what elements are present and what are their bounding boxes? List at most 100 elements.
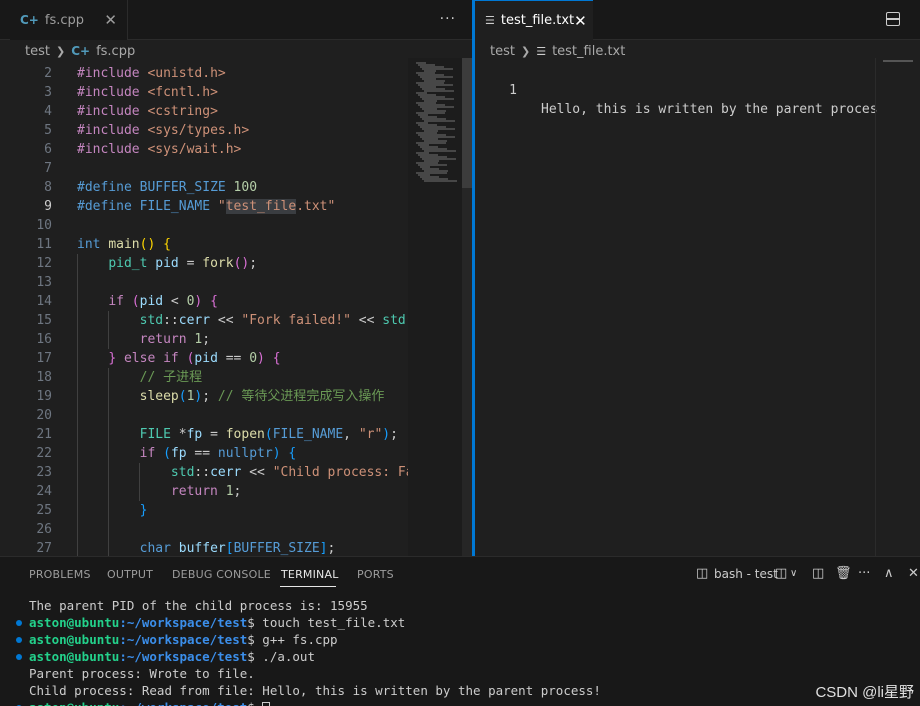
line-text: sleep(1); // 等待父进程完成写入操作: [139, 389, 385, 404]
trash-icon[interactable]: 🗑: [835, 566, 852, 581]
chevron-down-icon[interactable]: ∨: [790, 568, 797, 579]
command-decoration-icon[interactable]: [16, 654, 22, 660]
line-text: char buffer[BUFFER_SIZE];: [139, 541, 336, 556]
tab-output[interactable]: OUTPUT: [107, 568, 153, 581]
line-text: FILE *fp = fopen(FILE_NAME, "r");: [139, 427, 398, 442]
split-terminal-icon[interactable]: ◫: [775, 566, 787, 581]
prompt-path: :~/workspace/test: [119, 700, 247, 706]
terminal-line: aston@ubuntu:~/workspace/test$ ./a.out: [0, 648, 920, 665]
maximize-panel-icon[interactable]: ∧: [884, 566, 894, 581]
code-line: 8 #define BUFFER_SIZE 100: [10, 178, 408, 197]
terminal-name[interactable]: bash - test: [714, 567, 778, 581]
line-number: 15: [36, 313, 52, 328]
tab-debug-console[interactable]: DEBUG CONSOLE: [172, 568, 271, 581]
code-line: 20: [10, 406, 408, 425]
code-line: 6 #include <sys/wait.h>: [10, 140, 408, 159]
tab-label: test_file.txt: [500, 13, 575, 28]
terminal-output[interactable]: The parent PID of the child process is: …: [0, 597, 920, 706]
chevron-right-icon: ❯: [55, 44, 66, 58]
code-line: 25 }: [10, 501, 408, 520]
code-line: 15 std::cerr << "Fork failed!" << std:: [10, 311, 408, 330]
terminal-text: aston@ubuntu:~/workspace/test$ ./a.out: [29, 648, 315, 665]
line-text: if (pid < 0) {: [108, 294, 218, 309]
prompt-path: :~/workspace/test: [119, 649, 248, 664]
breadcrumb-folder[interactable]: test: [490, 44, 515, 59]
line-text: return 1;: [170, 484, 242, 499]
tab-label: fs.cpp: [44, 12, 85, 28]
command-decoration-icon[interactable]: [16, 620, 22, 626]
line-number: 7: [44, 161, 52, 176]
split-editor-icon[interactable]: [886, 12, 900, 26]
line-number: 24: [36, 484, 52, 499]
code-line: 23 std::cerr << "Child process: Fa: [10, 463, 408, 482]
split-panel-icon[interactable]: ◫: [812, 566, 824, 581]
command-decoration-icon[interactable]: [16, 637, 22, 643]
active-tab-indicator: [280, 586, 336, 587]
tab-fs-cpp[interactable]: C+ fs.cpp ✕: [10, 0, 128, 40]
line-number: 26: [36, 522, 52, 537]
prompt-command: $ g++ fs.cpp: [247, 632, 338, 647]
line-number: 27: [36, 541, 52, 556]
code-line: 14 if (pid < 0) {: [10, 292, 408, 311]
text-file-icon: ☰: [536, 44, 547, 58]
left-tab-bar: C+ fs.cpp ✕ ···: [0, 0, 472, 40]
breadcrumb-file[interactable]: fs.cpp: [96, 44, 135, 59]
more-actions-icon[interactable]: ···: [440, 11, 456, 27]
line-text: }: [139, 503, 148, 518]
line-number: 13: [36, 275, 52, 290]
text-file-icon: ☰: [485, 14, 495, 27]
left-editor-group: C+ fs.cpp ✕ ··· test ❯ C+ fs.cpp 2 #inclu…: [0, 0, 472, 556]
indent-guide: [77, 520, 78, 539]
line-text: std::cerr << "Child process: Fa: [170, 465, 408, 480]
line-text: return 1;: [139, 332, 211, 347]
line-number: 16: [36, 332, 52, 347]
line-text: if (fp == nullptr) {: [139, 446, 297, 461]
breadcrumb-file[interactable]: test_file.txt: [552, 44, 625, 59]
tab-terminal[interactable]: TERMINAL: [281, 568, 339, 581]
minimap-line: [424, 90, 454, 92]
line-number: 21: [36, 427, 52, 442]
close-icon[interactable]: ✕: [104, 11, 117, 29]
close-panel-icon[interactable]: ✕: [908, 566, 919, 581]
line-text: #define BUFFER_SIZE 100: [77, 180, 258, 195]
line-number: 4: [44, 104, 52, 119]
code-line: 22 if (fp == nullptr) {: [10, 444, 408, 463]
code-line: 10: [10, 216, 408, 235]
vertical-scrollbar[interactable]: [462, 58, 472, 556]
terminal-line: aston@ubuntu:~/workspace/test$ g++ fs.cp…: [0, 631, 920, 648]
line-number: 5: [44, 123, 52, 138]
line-text: } else if (pid == 0) {: [108, 351, 281, 366]
tab-test-file-txt[interactable]: ☰ test_file.txt ✕: [475, 0, 593, 41]
minimap[interactable]: [408, 58, 462, 556]
scrollbar-thumb[interactable]: [462, 58, 472, 188]
close-icon[interactable]: ✕: [574, 12, 587, 30]
minimap[interactable]: [883, 60, 913, 62]
line-number: 2: [44, 66, 52, 81]
tab-problems[interactable]: PROBLEMS: [29, 568, 91, 581]
code-line: 4 #include <cstring>: [10, 102, 408, 121]
code-line: 5 #include <sys/types.h>: [10, 121, 408, 140]
code-line: 13: [10, 273, 408, 292]
line-text: std::cerr << "Fork failed!" << std:: [139, 313, 408, 328]
code-line: 11 int main() {: [10, 235, 408, 254]
code-editor[interactable]: 2 #include <unistd.h> 3 #include <fcntl.h> 4…: [10, 64, 408, 556]
breadcrumb: test ❯ C+ fs.cpp: [25, 40, 135, 62]
text-editor[interactable]: 1 Hello, this is written by the parent p…: [475, 62, 877, 117]
prompt-path: :~/workspace/test: [119, 615, 248, 630]
minimap-line: [424, 120, 455, 122]
code-line: 9 #define FILE_NAME "test_file.txt": [10, 197, 408, 216]
prompt-user: aston@ubuntu: [29, 632, 120, 647]
breadcrumb-folder[interactable]: test: [25, 44, 50, 59]
terminal-text: Parent process: Wrote to file.: [29, 666, 255, 681]
line-number: 23: [36, 465, 52, 480]
tab-ports[interactable]: PORTS: [357, 568, 394, 581]
line-text: #include <sys/wait.h>: [77, 142, 242, 157]
more-actions-icon[interactable]: ···: [858, 566, 870, 581]
line-text: #define FILE_NAME "test_file.txt": [77, 199, 336, 214]
line-text: // 子进程: [139, 370, 203, 385]
minimap-line: [424, 180, 457, 182]
line-text: int main() {: [77, 237, 171, 252]
cpp-file-icon: C+: [71, 44, 91, 58]
terminal-line: The parent PID of the child process is: …: [0, 597, 920, 614]
vertical-scrollbar[interactable]: [875, 58, 876, 556]
